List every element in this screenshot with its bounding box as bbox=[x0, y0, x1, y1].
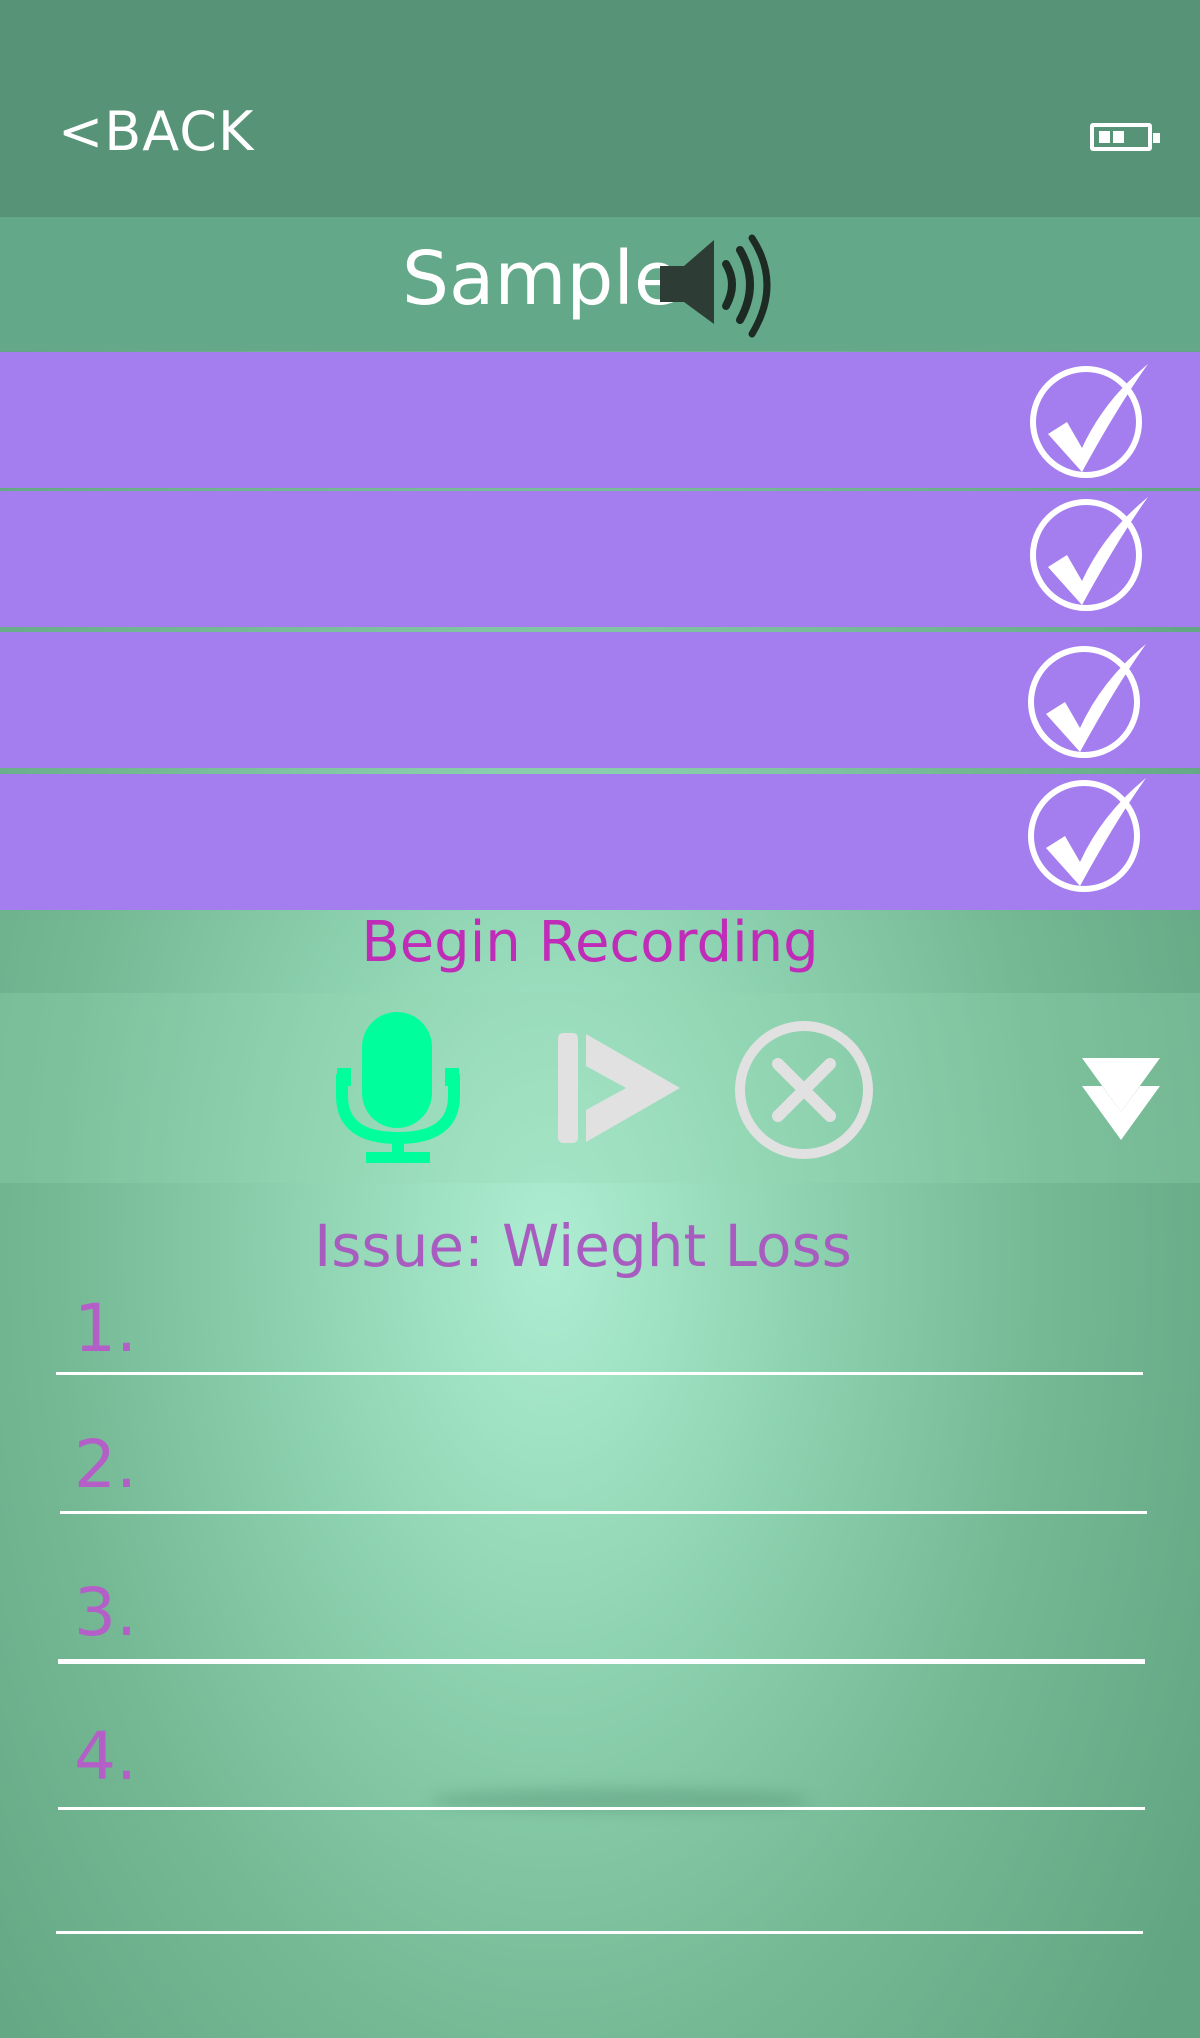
begin-recording-label: Begin Recording bbox=[361, 910, 819, 975]
input-line-3[interactable] bbox=[58, 1659, 1145, 1664]
list-item-number: 4. bbox=[74, 1718, 137, 1795]
input-line-5[interactable] bbox=[56, 1931, 1143, 1934]
cancel-circle-icon[interactable] bbox=[734, 1020, 874, 1160]
play-icon[interactable] bbox=[556, 1030, 682, 1146]
issue-title: Issue: Wieght Loss bbox=[314, 1212, 852, 1280]
check-circle-icon[interactable] bbox=[1026, 493, 1156, 615]
chevron-down-icon[interactable] bbox=[1080, 1054, 1162, 1144]
list-item-number: 3. bbox=[74, 1574, 137, 1651]
option-row-4[interactable] bbox=[0, 774, 1200, 910]
input-line-4[interactable] bbox=[58, 1807, 1145, 1810]
input-line-2[interactable] bbox=[60, 1511, 1147, 1514]
check-circle-icon[interactable] bbox=[1024, 774, 1154, 896]
list-item-number: 2. bbox=[74, 1426, 137, 1503]
battery-low-icon bbox=[1090, 123, 1160, 151]
option-row-1[interactable] bbox=[0, 352, 1200, 488]
input-line-1[interactable] bbox=[56, 1372, 1143, 1375]
microphone-icon[interactable] bbox=[336, 1012, 460, 1164]
option-row-3[interactable] bbox=[0, 632, 1200, 768]
top-header: <BACK bbox=[0, 0, 1200, 217]
page-title: Sample bbox=[402, 236, 680, 322]
check-circle-icon[interactable] bbox=[1026, 360, 1156, 482]
back-button[interactable]: <BACK bbox=[58, 100, 254, 163]
check-circle-icon[interactable] bbox=[1024, 640, 1154, 762]
speaker-volume-icon[interactable] bbox=[656, 228, 776, 344]
option-row-2[interactable] bbox=[0, 491, 1200, 627]
list-item-number: 1. bbox=[74, 1290, 137, 1367]
